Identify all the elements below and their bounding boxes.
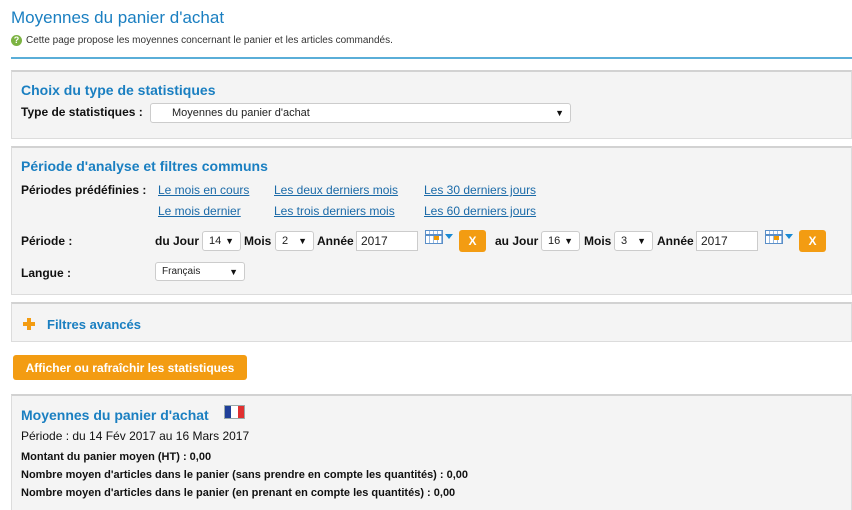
language-select[interactable]: Français ▼ [155,262,245,281]
results-title: Moyennes du panier d'achat [21,407,209,423]
chevron-down-icon: ▼ [564,236,573,246]
period-title: Période d'analyse et filtres communs [21,158,268,174]
to-day-value: 16 [548,235,561,247]
to-day-label: au Jour [495,234,539,248]
chevron-down-icon: ▼ [229,266,238,277]
to-day-select[interactable]: 16 ▼ [541,231,580,251]
page-intro: ? Cette page propose les moyennes concer… [11,35,393,46]
clear-to-button[interactable]: X [799,230,826,252]
to-month-select[interactable]: 3 ▼ [614,231,653,251]
refresh-stats-button[interactable]: Afficher ou rafraîchir les statistiques [13,355,247,380]
language-value: Français [162,266,201,277]
from-month-select[interactable]: 2 ▼ [275,231,314,251]
question-icon: ? [11,35,22,46]
result-average-quantities: Nombre moyen d'articles dans le panier (… [21,487,456,499]
to-year-input[interactable]: 2017 [696,231,758,251]
clear-from-button[interactable]: X [459,230,486,252]
to-year-label: Année [657,234,694,248]
from-day-value: 14 [209,235,222,247]
calendar-icon[interactable] [425,230,453,246]
stats-type-title: Choix du type de statistiques [21,82,216,98]
link-last-two-months[interactable]: Les deux derniers mois [274,183,398,197]
result-average-articles: Nombre moyen d'articles dans le panier (… [21,469,469,481]
stats-type-label: Type de statistiques : [21,105,143,119]
advanced-filters-toggle[interactable]: Filtres avancés [11,302,852,342]
language-label: Langue : [21,266,71,280]
intro-text: Cette page propose les moyennes concerna… [26,35,393,46]
chevron-down-icon: ▼ [637,236,646,246]
page-title: Moyennes du panier d'achat [11,8,225,27]
predefined-label: Périodes prédéfinies : [21,183,147,197]
link-last-60-days[interactable]: Les 60 derniers jours [424,204,536,218]
stats-type-select[interactable]: Moyennes du panier d'achat ▼ [150,103,571,123]
stats-type-panel: Choix du type de statistiques Type de st… [11,70,852,139]
result-average-amount: Montant du panier moyen (HT) : 0,00 [21,451,212,463]
link-last-30-days[interactable]: Les 30 derniers jours [424,183,536,197]
from-month-label: Mois [244,234,272,248]
from-day-label: du Jour [155,234,199,248]
stats-type-value: Moyennes du panier d'achat [172,107,310,119]
link-last-month[interactable]: Le mois dernier [158,204,241,218]
from-year-label: Année [317,234,354,248]
from-year-input[interactable]: 2017 [356,231,418,251]
link-last-three-months[interactable]: Les trois derniers mois [274,204,395,218]
link-current-month[interactable]: Le mois en cours [158,183,249,197]
chevron-down-icon: ▼ [225,236,234,246]
calendar-icon[interactable] [765,230,793,246]
french-flag-icon [224,405,245,419]
to-month-label: Mois [584,234,612,248]
chevron-down-icon: ▼ [298,236,307,246]
to-month-value: 3 [621,235,628,247]
results-period: Période : du 14 Fév 2017 au 16 Mars 2017 [21,429,250,443]
period-label: Période : [21,234,73,248]
from-day-select[interactable]: 14 ▼ [202,231,241,251]
plus-icon [23,318,35,330]
from-month-value: 2 [282,235,289,247]
advanced-filters-title: Filtres avancés [47,317,141,332]
period-panel: Période d'analyse et filtres communs Pér… [11,146,852,295]
title-divider [11,57,852,59]
chevron-down-icon: ▼ [555,108,564,118]
